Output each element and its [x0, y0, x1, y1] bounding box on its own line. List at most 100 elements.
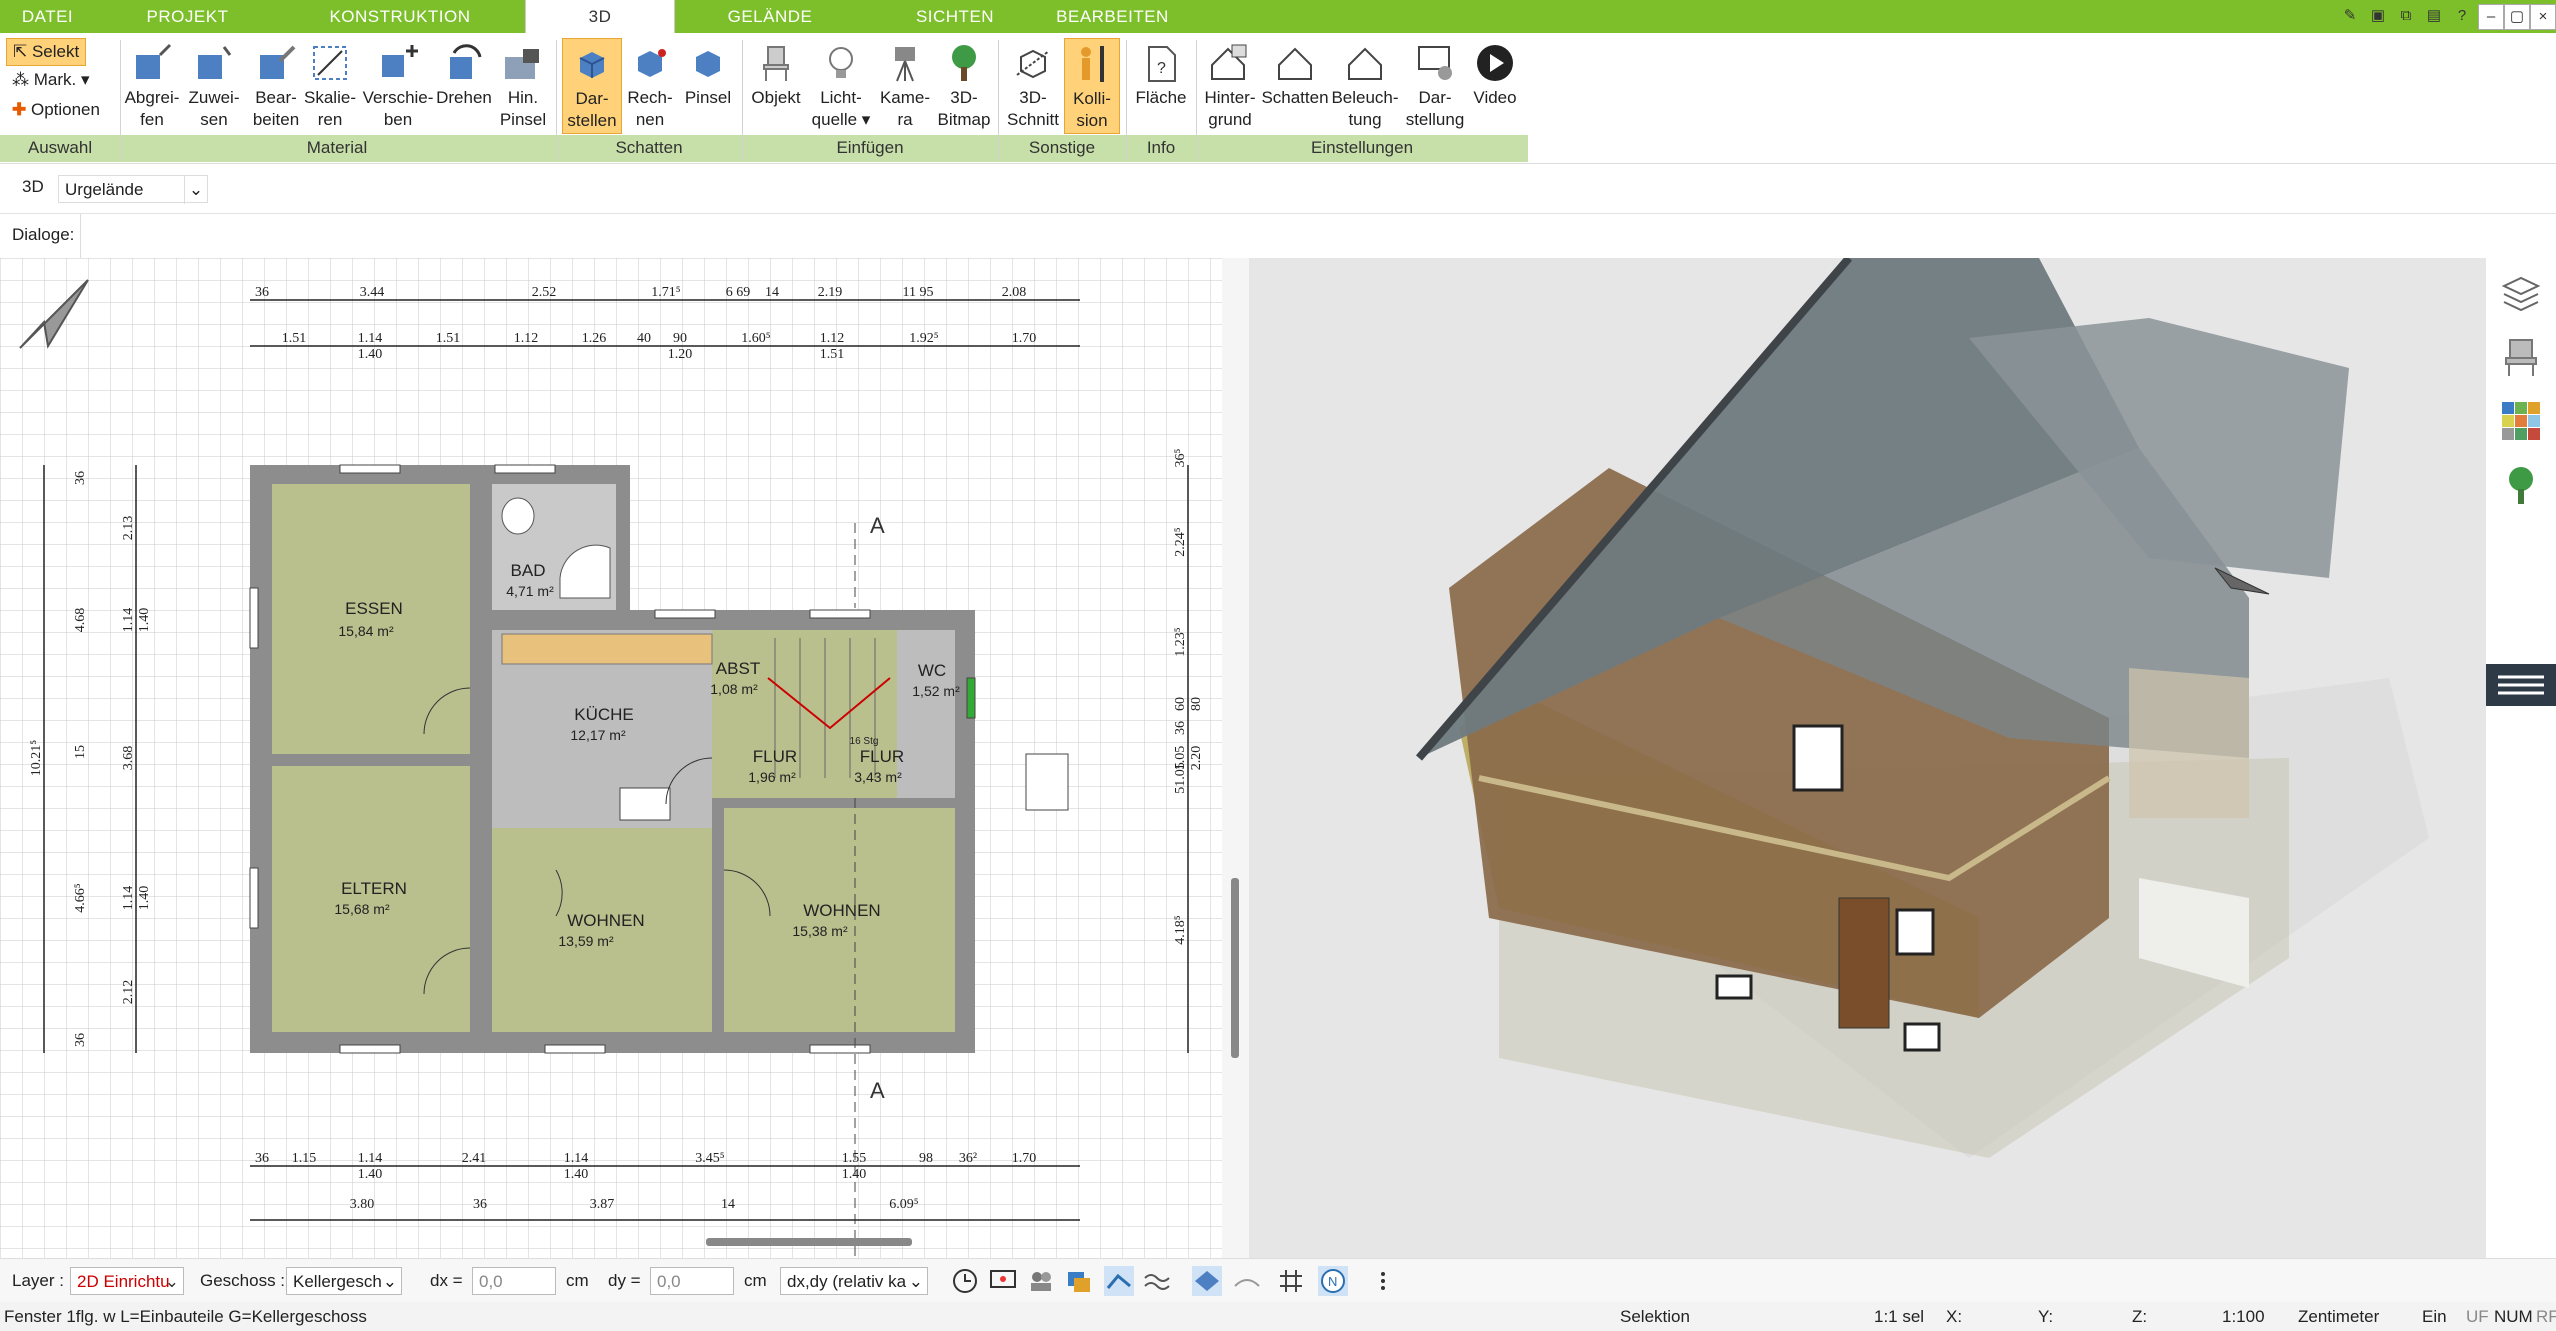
room-essen — [272, 484, 470, 754]
help-icon[interactable]: ? — [2450, 4, 2474, 28]
3d-door — [1838, 897, 1890, 1029]
bearbeiten-button[interactable]: Bear-beiten — [246, 38, 306, 134]
minimize-icon[interactable]: – — [2478, 4, 2504, 30]
materials-icon[interactable] — [2500, 400, 2542, 442]
dim-label: 36 — [73, 471, 88, 485]
camera-icon — [895, 47, 915, 82]
schatten-darstellen-button[interactable]: Dar-stellen — [562, 38, 622, 134]
tab-projekt[interactable]: PROJEKT — [105, 0, 270, 33]
optionen-button[interactable]: ✚ Optionen — [6, 97, 106, 123]
kollision-button[interactable]: Kolli-sion — [1064, 38, 1120, 134]
label: ra — [897, 110, 913, 129]
monitor-pin-icon[interactable] — [988, 1266, 1018, 1296]
verschieben-button[interactable]: Verschie-ben — [362, 38, 434, 134]
clock-icon[interactable] — [950, 1266, 980, 1296]
pipette-icon — [136, 43, 172, 79]
terrain-icon[interactable] — [1232, 1266, 1262, 1296]
users-icon[interactable] — [1026, 1266, 1056, 1296]
north-icon[interactable]: N — [1318, 1266, 1348, 1296]
dx-input[interactable]: 0,0 — [472, 1267, 556, 1295]
tab-datei[interactable]: DATEI — [0, 0, 95, 33]
flaeche-button[interactable]: ? Fläche — [1130, 38, 1192, 134]
dx-unit: cm — [566, 1271, 589, 1290]
video-button[interactable]: Video — [1466, 38, 1524, 134]
schatten-pinsel-button[interactable]: Pinsel — [680, 38, 736, 134]
selekt-button[interactable]: ⇱ Selekt — [6, 38, 87, 66]
play-icon — [1477, 45, 1513, 81]
draw-line-icon[interactable] — [1104, 1266, 1134, 1296]
label: sen — [200, 110, 228, 129]
grid-icon[interactable] — [1276, 1266, 1306, 1296]
dim-label: 1.14 — [564, 1151, 589, 1166]
hin-pinsel-button[interactable]: Hin. Pinsel — [496, 38, 550, 134]
wave-icon[interactable] — [1142, 1266, 1172, 1296]
tab-bearbeiten[interactable]: BEARBEITEN — [1040, 0, 1185, 33]
tab-3d[interactable]: 3D — [525, 0, 675, 34]
panel-menu-button[interactable] — [2486, 664, 2556, 706]
horizontal-scrollbar[interactable] — [706, 1238, 912, 1246]
stove — [619, 787, 671, 821]
hamburger-icon — [2498, 675, 2544, 695]
3d-schnitt-button[interactable]: 3D- Schnitt — [1003, 38, 1063, 134]
geschoss-label: Geschoss : — [200, 1271, 286, 1290]
3d-bitmap-button[interactable]: 3D- Bitmap — [934, 38, 994, 134]
dim-label: 1.71⁵ — [651, 285, 681, 300]
tile-icon[interactable]: ⧉ — [2394, 4, 2418, 28]
tab-gelaende[interactable]: GELÄNDE — [690, 0, 850, 33]
view-mode-label: 3D — [22, 177, 44, 196]
lichtquelle-button[interactable]: Licht-quelle ▾ — [810, 38, 872, 134]
hintergrund-button[interactable]: Hinter-grund — [1198, 38, 1262, 134]
skalieren-button[interactable]: Skalie-ren — [300, 38, 360, 134]
dim-label: 1.14 — [121, 886, 136, 911]
dim-label: 2.20 — [1189, 746, 1204, 771]
geschoss-select[interactable]: Kellergesch ⌄ — [286, 1267, 402, 1295]
tab-sichten[interactable]: SICHTEN — [880, 0, 1030, 33]
rechnen-button[interactable]: Rech-nen — [622, 38, 678, 134]
layer-select[interactable]: 2D Einrichtu ⌄ — [70, 1267, 184, 1295]
zuweisen-button[interactable]: Zuwei-sen — [184, 38, 244, 134]
3d-house-render[interactable] — [1249, 258, 2486, 1258]
kitchen-counter — [501, 633, 713, 665]
label: quelle — [811, 110, 858, 129]
label: ren — [317, 110, 343, 129]
terrain-select[interactable]: Urgelände ⌄ — [58, 175, 208, 204]
layers-icon[interactable] — [2500, 272, 2542, 314]
window-icon[interactable]: ▣ — [2366, 4, 2390, 28]
darstellung-button[interactable]: Dar-stellung — [1404, 38, 1466, 134]
furniture-icon[interactable] — [2500, 336, 2542, 378]
plan-vertical-scrollbar[interactable] — [1231, 878, 1239, 1058]
plants-tree-icon[interactable] — [2500, 464, 2542, 506]
layers-color-icon[interactable] — [1064, 1266, 1094, 1296]
more-options-icon[interactable] — [1368, 1266, 1398, 1296]
dy-input[interactable]: 0,0 — [650, 1267, 734, 1295]
group-einstellungen-label: Einstellungen — [1310, 138, 1414, 157]
dim-label: 1.92⁵ — [909, 331, 939, 346]
beleuchtung-button[interactable]: Beleuch-tung — [1330, 38, 1400, 134]
tab-konstruktion[interactable]: KONSTRUKTION — [300, 0, 500, 33]
plane-icon[interactable] — [1192, 1266, 1222, 1296]
layout-icon[interactable]: ▤ — [2422, 4, 2446, 28]
room-label: ELTERN — [341, 879, 407, 898]
kamera-button[interactable]: Kame-ra — [876, 38, 934, 134]
label: stellen — [567, 111, 617, 130]
tools-icon[interactable]: ✎ — [2338, 4, 2362, 28]
dim-label: 1.51 — [436, 331, 461, 346]
dim-label: 15 — [73, 745, 88, 759]
dy-unit: cm — [744, 1271, 767, 1290]
room-area: 1,96 m² — [748, 769, 796, 785]
dim-label: 4.66⁵ — [73, 883, 88, 913]
splitter[interactable] — [1222, 258, 1249, 1258]
restore-icon[interactable]: ▢ — [2504, 4, 2530, 30]
3d-view[interactable] — [1249, 258, 2486, 1258]
schatten-einstellung-button[interactable]: Schatten — [1260, 38, 1330, 134]
room-label: FLUR — [860, 747, 904, 766]
coordinate-mode-select[interactable]: dx,dy (relativ ka ⌄ — [780, 1267, 928, 1295]
label: Fläche — [1135, 88, 1187, 107]
floor-plan-canvas[interactable]: A A ESSEN 15,84 m² BAD 4,71 m² KÜCHE 12,… — [0, 258, 1222, 1258]
objekt-button[interactable]: Objekt — [746, 38, 806, 134]
floor-plan-view[interactable]: A A ESSEN 15,84 m² BAD 4,71 m² KÜCHE 12,… — [0, 258, 1222, 1258]
drehen-button[interactable]: Drehen — [432, 38, 496, 134]
close-icon[interactable]: × — [2530, 4, 2556, 30]
mark-button[interactable]: ⁂ Mark. ▾ — [6, 67, 96, 93]
abgreifen-button[interactable]: Abgrei-fen — [122, 38, 182, 134]
